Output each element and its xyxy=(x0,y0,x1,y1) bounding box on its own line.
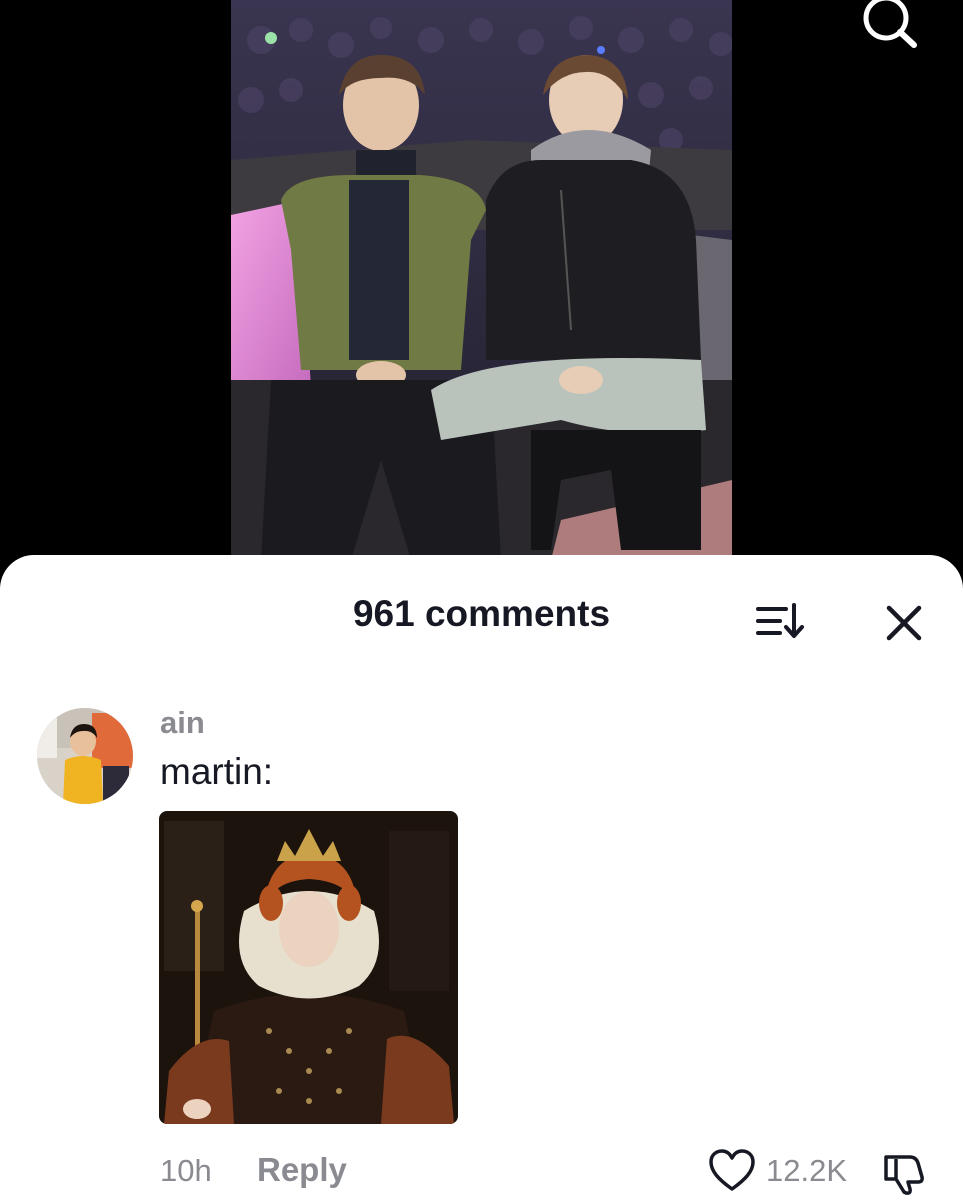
reply-button[interactable]: Reply xyxy=(257,1151,347,1189)
close-icon xyxy=(886,605,922,641)
comment-time: 10h xyxy=(160,1153,212,1188)
video-frame xyxy=(231,0,732,600)
video-player[interactable] xyxy=(231,0,732,600)
heart-icon xyxy=(709,1149,755,1191)
dislike-button[interactable] xyxy=(880,1151,928,1195)
comment-image[interactable] xyxy=(159,811,458,1124)
comments-count-title: 961 comments xyxy=(352,593,611,634)
close-button[interactable] xyxy=(880,599,928,647)
search-icon xyxy=(863,0,917,48)
comment-item: ain martin: 10h Reply 12.2K xyxy=(0,705,963,1200)
thumbs-down-icon xyxy=(884,1155,924,1195)
avatar[interactable] xyxy=(37,708,133,804)
sort-button[interactable] xyxy=(752,599,810,645)
portrait-image xyxy=(159,811,458,1124)
avatar-image xyxy=(37,708,133,804)
comments-sheet: 961 comments ain martin: 10h Reply 12.2K xyxy=(0,555,963,1200)
app-screen: 961 comments ain martin: 10h Reply 12.2K xyxy=(0,0,963,1200)
like-button[interactable]: 12.2K xyxy=(708,1149,858,1193)
sort-icon xyxy=(756,603,804,638)
comment-username[interactable]: ain xyxy=(160,705,205,741)
like-count: 12.2K xyxy=(766,1153,848,1188)
search-button[interactable] xyxy=(856,0,922,52)
comment-text: martin: xyxy=(160,751,274,792)
